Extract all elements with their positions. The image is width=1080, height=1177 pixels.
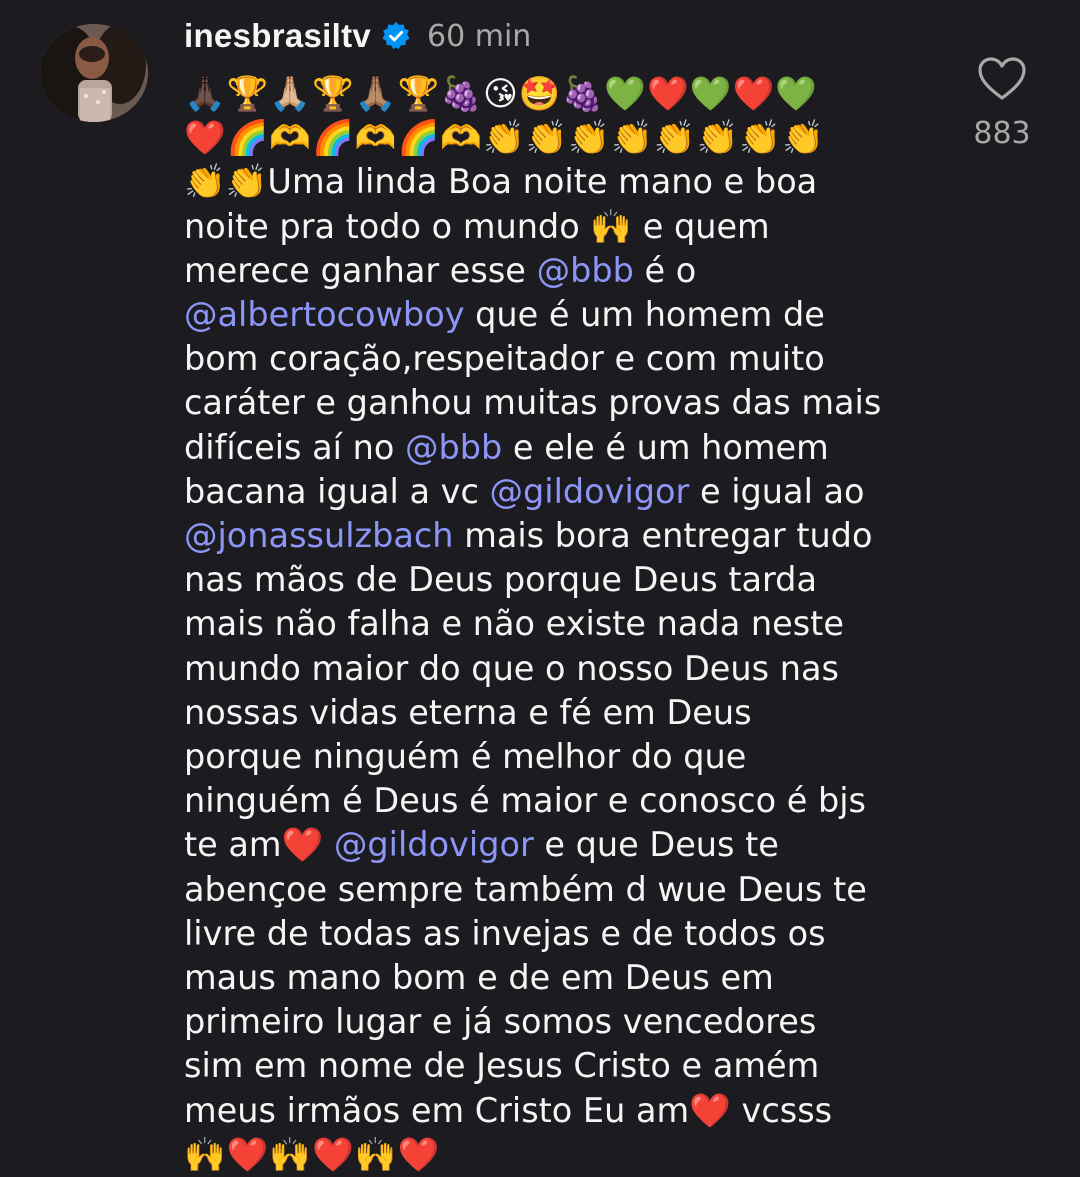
avatar-image [40,24,148,122]
comment-text-segment: sim em nome de Jesus Cristo e amém [184,1046,820,1086]
comment-text-segment: merece ganhar esse [184,250,537,290]
comment-text-segment: caráter e ganhou muitas provas das mais [184,383,882,423]
comment-text-segment: bom coração,respeitador e com muito [184,339,825,379]
comment-text-segment: nossas vidas eterna e fé em Deus [184,692,752,732]
comment-line: 🙌❤️🙌❤️🙌❤️ [184,1133,929,1177]
comment-line: ❤️🌈🫶🌈🫶🌈🫶👏👏👏👏👏👏👏👏 [184,116,929,160]
comment-line: sim em nome de Jesus Cristo e amém [184,1044,929,1088]
comment-line: noite pra todo o mundo 🙌 e quem [184,205,929,249]
comment-text-segment: noite pra todo o mundo 🙌 e quem [184,206,770,246]
comment-text-segment: 🙌❤️🙌❤️🙌❤️ [184,1134,441,1174]
comment-line: bacana igual a vc @gildovigor e igual ao [184,470,929,514]
comment-text-segment: abençoe sempre também d wue Deus te [184,869,867,909]
like-section: 883 [960,56,1044,151]
comment-text-segment: 🙏🏿🏆🙏🏼🏆🙏🏽🏆🍇😘🤩🍇💚❤️💚❤️💚 [184,74,818,113]
comment-line: nossas vidas eterna e fé em Deus [184,691,929,735]
mention-link[interactable]: @bbb [405,428,502,467]
comment-line: abençoe sempre também d wue Deus te [184,868,929,912]
comment-text-segment: que é um homem de [464,295,825,335]
comment-text-segment: primeiro lugar e já somos vencedores [184,1002,817,1042]
mention-link[interactable]: @albertocowboy [184,295,465,334]
comment-text-segment: e ele é um homem [502,427,829,467]
comment-line: maus mano bom e de em Deus em [184,956,929,1000]
comment-line: livre de todas as invejas e de todos os [184,912,929,956]
timestamp: 60 min [427,18,532,54]
comment-text-segment: te am❤️ [184,825,334,865]
comment-text-segment: livre de todas as invejas e de todos os [184,913,826,953]
comment-line: mais não falha e não existe nada neste [184,602,929,646]
comment-line: caráter e ganhou muitas provas das mais [184,381,929,425]
comment-text-segment: mais bora entregar tudo [453,516,873,556]
comment-text-segment: e que Deus te [533,825,779,865]
comment-line: @jonassulzbach mais bora entregar tudo [184,514,929,558]
comment-text-segment: porque ninguém é melhor do que [184,737,747,777]
comment-text-segment: 👏👏Uma linda Boa noite mano e boa [184,162,818,202]
mention-link[interactable]: @gildovigor [490,472,690,511]
verified-badge-icon [381,21,411,51]
comment-text-segment: ninguém é Deus é maior e conosco é bjs [184,781,867,821]
comment-line: meus irmãos em Cristo Eu am❤️ vcsss [184,1089,929,1133]
username[interactable]: inesbrasiltv [184,17,371,55]
comment-text-segment: maus mano bom e de em Deus em [184,958,774,998]
mention-link[interactable]: @gildovigor [334,825,534,864]
comment: inesbrasiltv 60 min 883 🙏🏿🏆🙏🏼🏆🙏🏽🏆🍇😘🤩🍇💚❤️… [0,0,1080,1176]
like-count: 883 [973,116,1031,151]
comment-line: difíceis aí no @bbb e ele é um homem [184,426,929,470]
comment-line: mundo maior do que o nosso Deus nas [184,647,929,691]
comment-line: te am❤️ @gildovigor e que Deus te [184,823,929,867]
comment-line: 👏👏Uma linda Boa noite mano e boa [184,160,929,204]
comment-line: nas mãos de Deus porque Deus tarda [184,558,929,602]
comment-line: merece ganhar esse @bbb é o [184,249,929,293]
comment-text: 🙏🏿🏆🙏🏼🏆🙏🏽🏆🍇😘🤩🍇💚❤️💚❤️💚 ❤️🌈🫶🌈🫶🌈🫶👏👏👏👏👏👏👏👏 👏👏Um… [184,72,929,1177]
comment-text-segment: meus irmãos em Cristo Eu am❤️ vcsss [184,1090,833,1130]
comment-line: @albertocowboy que é um homem de [184,293,929,337]
mention-link[interactable]: @bbb [537,251,634,290]
comment-text-segment: mais não falha e não existe nada neste [184,604,844,644]
comment-text-segment: ❤️🌈🫶🌈🫶🌈🫶👏👏👏👏👏👏👏👏 [184,118,825,158]
comment-text-segment: e igual ao [689,471,865,511]
heart-outline-icon[interactable] [977,56,1027,102]
comment-text-segment: mundo maior do que o nosso Deus nas [184,648,839,688]
comment-text-segment: difíceis aí no [184,427,405,467]
comment-line: primeiro lugar e já somos vencedores [184,1000,929,1044]
mention-link[interactable]: @jonassulzbach [184,516,454,555]
comment-line: ninguém é Deus é maior e conosco é bjs [184,779,929,823]
comment-text-segment: bacana igual a vc [184,471,490,511]
comment-header: inesbrasiltv 60 min [184,14,531,58]
comment-text-segment: nas mãos de Deus porque Deus tarda [184,560,817,600]
comment-line: porque ninguém é melhor do que [184,735,929,779]
comment-text-segment: é o [633,250,697,290]
comment-line: 🙏🏿🏆🙏🏼🏆🙏🏽🏆🍇😘🤩🍇💚❤️💚❤️💚 [184,72,929,116]
comment-line: bom coração,respeitador e com muito [184,337,929,381]
avatar[interactable] [40,24,148,122]
